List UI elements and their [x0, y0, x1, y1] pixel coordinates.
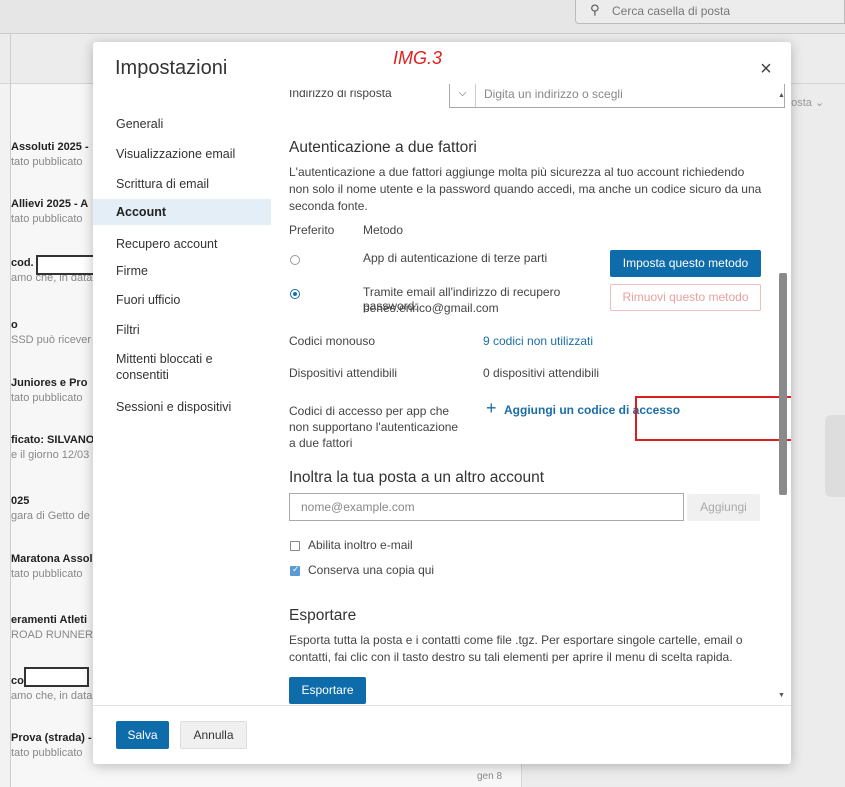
trusted-devices-value: 0 dispositivi attendibili [483, 366, 600, 380]
scroll-up-arrow[interactable]: ▲ [778, 92, 785, 99]
export-description: Esporta tutta la posta e i contatti come… [289, 633, 743, 664]
nav-item-scrittura[interactable]: Scrittura di email [93, 176, 271, 192]
method-app-label: App di autenticazione di terze parti [363, 251, 548, 265]
reply-address-label: Indirizzo di risposta [289, 90, 392, 100]
settings-nav: Generali Visualizzazione email Scrittura… [93, 90, 271, 690]
remove-method-button[interactable]: Rimuovi questo metodo [610, 284, 761, 311]
close-button[interactable]: × [752, 56, 780, 84]
radio-app-method[interactable] [290, 255, 300, 265]
app-passwords-label: Codici di accesso per app che non suppor… [289, 404, 459, 450]
nav-item-fuori-ufficio[interactable]: Fuori ufficio [93, 292, 271, 308]
one-time-codes-label: Codici monouso [289, 334, 376, 348]
reply-address-select[interactable]: ⌵ Digita un indirizzo o scegli [449, 84, 785, 108]
two-factor-heading: Autenticazione a due fattori [289, 139, 477, 156]
two-factor-description: L'autenticazione a due fattori aggiunge … [289, 165, 762, 213]
scroll-down-arrow[interactable]: ▼ [778, 692, 785, 699]
image-annotation: IMG.3 [393, 48, 443, 68]
nav-item-firme[interactable]: Firme [93, 263, 271, 279]
forward-heading: Inoltra la tua posta a un altro account [289, 469, 545, 486]
scrollbar-thumb[interactable] [779, 273, 787, 495]
export-button[interactable]: Esportare [289, 677, 366, 704]
dialog-footer: Salva Annulla [93, 705, 791, 764]
keep-copy-label: Conserva una copia qui [308, 563, 435, 577]
nav-item-generali[interactable]: Generali [93, 116, 271, 132]
side-handle[interactable] [825, 415, 845, 497]
nav-item-filtri[interactable]: Filtri [93, 322, 271, 338]
reply-address-placeholder: Digita un indirizzo o scegli [484, 87, 623, 101]
nav-item-sessioni[interactable]: Sessioni e dispositivi [93, 399, 271, 415]
chevron-down-icon: ⌵ [450, 84, 476, 107]
dialog-title: Impostazioni [115, 57, 228, 79]
chevron-down-icon: ⌄ [814, 97, 825, 109]
plus-icon: + [486, 398, 497, 418]
nav-item-mittenti[interactable]: Mittenti bloccati e consentiti [93, 351, 271, 383]
export-heading: Esportare [289, 607, 357, 624]
set-method-button[interactable]: Imposta questo metodo [610, 250, 761, 277]
method-email-address: benes.enrico@gmail.com [363, 301, 499, 315]
mailbox-search[interactable]: ⚲ Cerca casella di posta [575, 0, 845, 24]
save-button[interactable]: Salva [116, 721, 169, 749]
radio-email-method[interactable] [290, 289, 300, 299]
redaction-box [24, 667, 89, 687]
search-placeholder: Cerca casella di posta [612, 4, 731, 18]
cancel-button[interactable]: Annulla [180, 721, 247, 749]
enable-forward-label: Abilita inoltro e-mail [308, 538, 413, 552]
nav-item-visualizzazione[interactable]: Visualizzazione email [93, 146, 271, 162]
dialog-header: Impostazioni IMG.3 × [93, 42, 791, 90]
forward-email-input[interactable]: nome@example.com [289, 493, 684, 521]
trusted-devices-label: Dispositivi attendibili [289, 366, 398, 380]
one-time-codes-link[interactable]: 9 codici non utilizzati [483, 334, 593, 348]
forward-add-button[interactable]: Aggiungi [687, 494, 760, 521]
col-preferred: Preferito [289, 223, 335, 237]
enable-forward-checkbox[interactable] [290, 541, 300, 551]
date-label: gen 8 [477, 771, 503, 782]
highlight-box [635, 396, 791, 441]
nav-item-account[interactable]: Account [93, 199, 271, 225]
search-icon: ⚲ [590, 2, 600, 17]
keep-copy-checkbox[interactable] [290, 564, 300, 576]
settings-dialog: Impostazioni IMG.3 × Generali Visualizza… [93, 42, 791, 764]
col-method: Metodo [363, 223, 404, 237]
nav-item-recupero[interactable]: Recupero account [93, 236, 271, 252]
redaction-box [36, 255, 101, 275]
